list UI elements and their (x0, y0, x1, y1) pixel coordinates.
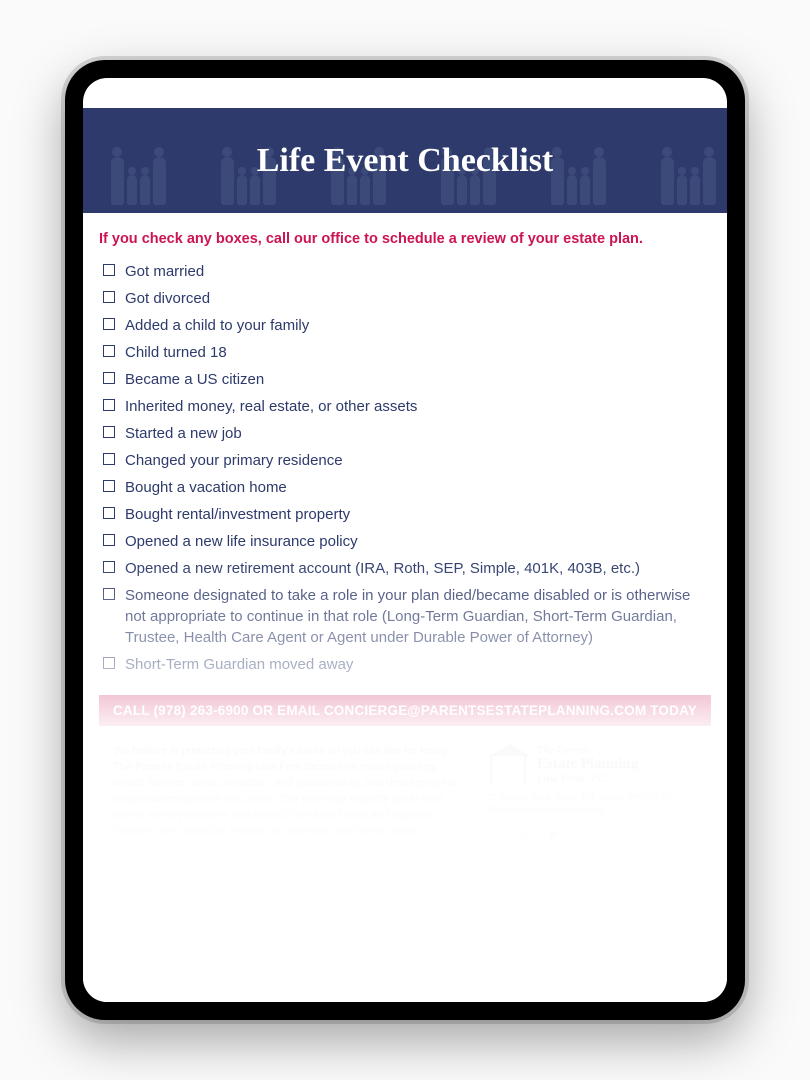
checkbox[interactable] (103, 657, 115, 669)
checklist-item: Inherited money, real estate, or other a… (103, 396, 711, 417)
checkbox[interactable] (103, 345, 115, 357)
logo-house-icon (487, 744, 529, 786)
checklist-item: Got divorced (103, 288, 711, 309)
checkbox[interactable] (103, 372, 115, 384)
checklist-item: Child turned 18 (103, 342, 711, 363)
content-area: If you check any boxes, call our office … (83, 213, 727, 876)
checklist-item: Bought rental/investment property (103, 504, 711, 525)
checkbox[interactable] (103, 264, 115, 276)
checklist-item-text: Someone designated to take a role in you… (125, 585, 711, 648)
checklist-item-text: Became a US citizen (125, 369, 711, 390)
checklist-item-text: Added a child to your family (125, 315, 711, 336)
google-icon[interactable]: G (599, 822, 621, 844)
checkbox[interactable] (103, 534, 115, 546)
youtube-icon[interactable]: ▶ (543, 822, 565, 844)
checkbox[interactable] (103, 507, 115, 519)
checkbox[interactable] (103, 480, 115, 492)
address: 31 Nagog Park, Suite 301, Acton MA 01720 (487, 792, 697, 803)
instruction-text: If you check any boxes, call our office … (99, 231, 711, 247)
instagram-icon[interactable]: ◎ (515, 822, 537, 844)
social-handle: @parentsestateplanning (487, 805, 697, 816)
website-url: PARENTSESTATEPLANNING.COM (99, 864, 711, 876)
checklist-item: Became a US citizen (103, 369, 711, 390)
about-text: We believe in protecting your family's f… (113, 744, 469, 844)
checkbox[interactable] (103, 426, 115, 438)
checklist-item: Someone designated to take a role in you… (103, 585, 711, 648)
checklist-item: Added a child to your family (103, 315, 711, 336)
checklist-item-text: Opened a new life insurance policy (125, 531, 711, 552)
social-icons: f ◎ ▶ PG (487, 822, 697, 844)
checklist-item-text: Inherited money, real estate, or other a… (125, 396, 711, 417)
checklist-item: Short-Term Guardian moved away (103, 654, 711, 675)
checklist-item-text: Changed your primary residence (125, 450, 711, 471)
checklist-item-text: Got divorced (125, 288, 711, 309)
footer: We believe in protecting your family's f… (99, 726, 711, 844)
pinterest-icon[interactable]: P (571, 822, 593, 844)
facebook-icon[interactable]: f (487, 822, 509, 844)
checklist-item: Changed your primary residence (103, 450, 711, 471)
checkbox[interactable] (103, 318, 115, 330)
page-header: Life Event Checklist (83, 108, 727, 213)
footer-contact: The Parents Estate Planning Law Firm, PC… (487, 744, 697, 844)
checklist-item: Bought a vacation home (103, 477, 711, 498)
checkbox[interactable] (103, 291, 115, 303)
checklist-item: Opened a new retirement account (IRA, Ro… (103, 558, 711, 579)
checklist-item-text: Short-Term Guardian moved away (125, 654, 711, 675)
checkbox[interactable] (103, 588, 115, 600)
tablet-frame: Life Event Checklist If you check any bo… (65, 60, 745, 1020)
checklist-item-text: Started a new job (125, 423, 711, 444)
cta-banner: CALL (978) 263-6900 OR EMAIL CONCIERGE@P… (99, 695, 711, 726)
checklist-item-text: Opened a new retirement account (IRA, Ro… (125, 558, 711, 579)
life-event-checklist: Got married Got divorced Added a child to … (99, 261, 711, 675)
checklist-item-text: Child turned 18 (125, 342, 711, 363)
checklist-item-text: Got married (125, 261, 711, 282)
firm-logo: The Parents Estate Planning Law Firm, PC (487, 744, 697, 786)
checkbox[interactable] (103, 453, 115, 465)
checklist-item-text: Bought rental/investment property (125, 504, 711, 525)
page-title: Life Event Checklist (257, 142, 554, 180)
checklist-item-text: Bought a vacation home (125, 477, 711, 498)
screen: Life Event Checklist If you check any bo… (83, 78, 727, 1002)
checkbox[interactable] (103, 399, 115, 411)
checklist-item: Opened a new life insurance policy (103, 531, 711, 552)
checklist-item: Started a new job (103, 423, 711, 444)
logo-text: The Parents Estate Planning Law Firm, PC (537, 745, 638, 785)
checklist-item: Got married (103, 261, 711, 282)
checkbox[interactable] (103, 561, 115, 573)
